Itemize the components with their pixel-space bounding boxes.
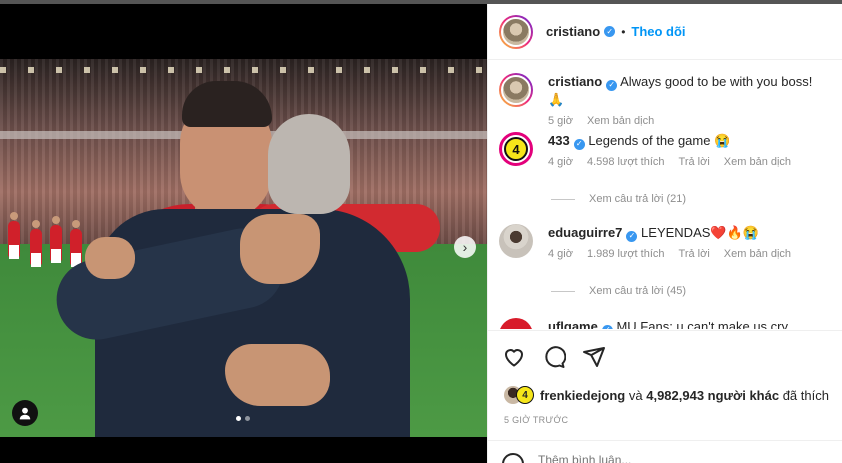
view-replies-button[interactable]: Xem câu trả lời (21) — [551, 193, 686, 205]
liked-by-summary: 4 frenkiedejong và 4,982,943 người khác … — [504, 386, 829, 404]
verified-icon: ✓ — [573, 138, 585, 150]
tagged-users-button[interactable] — [12, 400, 38, 426]
liked-suffix: đã thích — [782, 387, 829, 403]
post-details-panel: cristiano ✓ • Theo dõi cristiano ✓ Always… — [487, 4, 842, 463]
post-media-panel: › — [0, 4, 487, 463]
carousel-dots — [236, 416, 250, 421]
comment-text: LEYENDAS❤️🔥😭 — [641, 225, 759, 240]
comment-likes-count[interactable]: 1.989 lượt thích — [587, 248, 665, 260]
see-translation-link[interactable]: Xem bản dịch — [724, 156, 791, 168]
background-player — [30, 220, 42, 267]
hand — [85, 237, 135, 279]
comment-item: eduaguirre7 ✓ LEYENDAS❤️🔥😭 4 giờ 1.989 lư… — [499, 224, 828, 260]
avatar-433-logo: 4 — [504, 137, 528, 161]
add-comment-bar — [488, 440, 842, 463]
comment-icon[interactable] — [542, 345, 566, 369]
heart-icon[interactable] — [502, 345, 526, 369]
comment-avatar[interactable] — [499, 224, 533, 258]
likes-count[interactable]: 4,982,943 người khác — [646, 388, 779, 403]
hand — [225, 344, 330, 406]
post-header: cristiano ✓ • Theo dõi — [488, 4, 842, 60]
grey-haired-head — [268, 114, 350, 214]
comment-username[interactable]: uflgame — [548, 319, 598, 329]
post-actions: 4 frenkiedejong và 4,982,943 người khác … — [488, 330, 842, 463]
liker-avatar[interactable]: 4 — [516, 386, 534, 404]
user-icon — [19, 407, 31, 420]
comment-username[interactable]: eduaguirre7 — [548, 225, 622, 240]
carousel-dot-active — [236, 416, 241, 421]
see-translation-link[interactable]: Xem bản dịch — [724, 248, 791, 260]
emoji-icon[interactable] — [502, 453, 524, 463]
verified-icon: ✓ — [606, 79, 618, 91]
comment-item: 4 433 ✓ Legends of the game 😭 4 giờ 4.598… — [499, 132, 828, 168]
next-image-button[interactable]: › — [454, 236, 476, 258]
background-player — [8, 212, 20, 259]
see-translation-link[interactable]: Xem bản dịch — [587, 115, 654, 127]
comment-likes-count[interactable]: 4.598 lượt thích — [587, 156, 665, 168]
post-timestamp[interactable]: 5 GIỜ TRƯỚC — [504, 415, 568, 425]
reply-button[interactable]: Trả lời — [679, 156, 710, 168]
comment-time[interactable]: 5 giờ — [548, 115, 573, 127]
follow-button[interactable]: Theo dõi — [631, 24, 685, 39]
verified-icon: ✓ — [601, 324, 613, 329]
replies-divider — [551, 198, 575, 200]
replies-divider — [551, 290, 575, 292]
share-icon[interactable] — [582, 345, 606, 369]
author-username[interactable]: cristiano — [546, 24, 600, 39]
background-player — [50, 216, 62, 263]
verified-icon: ✓ — [626, 230, 638, 242]
view-replies-button[interactable]: Xem câu trả lời (45) — [551, 285, 686, 297]
liker-username[interactable]: frenkiedejong — [540, 388, 625, 403]
comment-time[interactable]: 4 giờ — [548, 156, 573, 168]
post-photo[interactable] — [0, 59, 487, 437]
comment-username[interactable]: cristiano — [548, 74, 602, 89]
comment-avatar[interactable] — [499, 73, 533, 107]
comment-text: Legends of the game 😭 — [588, 133, 731, 148]
verified-icon: ✓ — [604, 26, 616, 37]
comment-avatar[interactable]: 4 — [499, 132, 533, 166]
comment-username[interactable]: 433 — [548, 133, 570, 148]
comment-text: MU Fans: u can't make us cry — [616, 319, 789, 329]
comment-time[interactable]: 4 giờ — [548, 248, 573, 260]
separator-dot: • — [621, 24, 626, 39]
comment-avatar[interactable] — [499, 318, 533, 329]
view-replies-label: Xem câu trả lời (21) — [589, 193, 687, 205]
chevron-right-icon: › — [462, 239, 468, 255]
action-icons — [502, 345, 606, 369]
comment-item: uflgame✓ MU Fans: u can't make us cry — [499, 318, 828, 329]
reply-button[interactable]: Trả lời — [679, 248, 710, 260]
stadium-lights — [0, 67, 487, 73]
liked-by-connector: và — [628, 387, 643, 403]
background-player — [70, 220, 82, 267]
view-replies-label: Xem câu trả lời (45) — [589, 285, 687, 297]
comments-list[interactable]: cristiano ✓ Always good to be with you bo… — [488, 61, 842, 329]
carousel-dot — [245, 416, 250, 421]
comment-input[interactable] — [538, 453, 778, 463]
comment-item: cristiano ✓ Always good to be with you bo… — [499, 73, 828, 127]
author-avatar[interactable] — [499, 14, 533, 49]
